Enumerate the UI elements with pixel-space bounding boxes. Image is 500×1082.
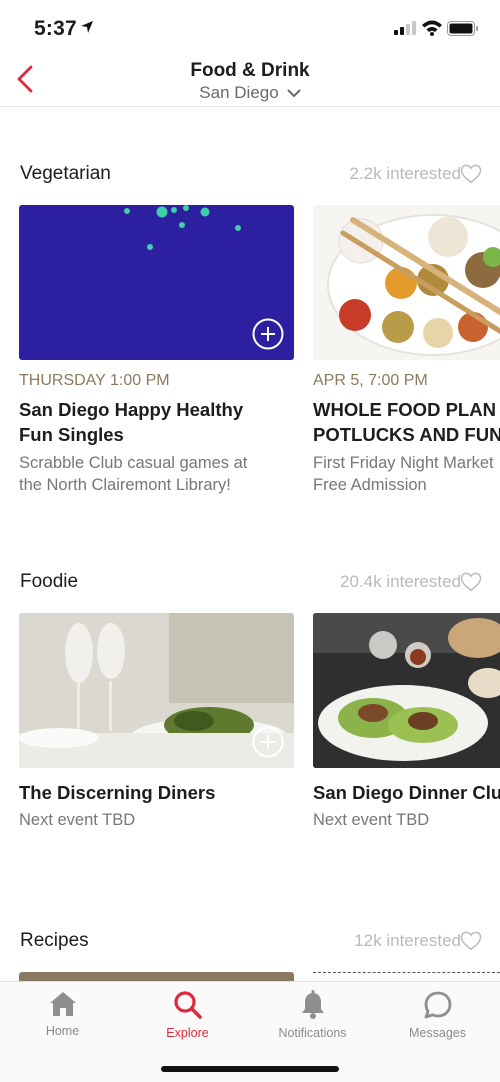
event-description-line: Free Admission [313,476,427,494]
category-section-recipes: Recipes 12k interested [0,930,500,981]
search-icon [173,991,202,1019]
tab-label: Messages [409,1026,466,1040]
event-date: APR 5, 7:00 PM [313,372,428,389]
home-indicator [161,1066,339,1072]
page-title: Food & Drink [190,60,310,81]
heart-icon [460,572,482,592]
heart-icon [460,931,482,951]
event-title-line: Fun Singles [19,424,124,445]
interest-toggle[interactable]: 12k interested [354,931,482,951]
tab-explore[interactable]: Explore [125,990,250,1040]
interest-toggle[interactable]: 2.2k interested [349,164,482,184]
message-bubble-icon [424,991,451,1019]
group-title: The Discerning Diners [19,782,216,803]
section-title: Recipes [20,930,89,951]
recipe-thumbnail-peek [313,972,500,981]
interested-count: 2.2k interested [349,164,461,183]
tab-label: Notifications [278,1026,347,1040]
tab-messages[interactable]: Messages [375,990,500,1040]
heart-icon [460,164,482,184]
event-title-line: WHOLE FOOD PLAN [313,399,496,420]
add-plus-icon[interactable] [252,318,284,350]
battery-icon [447,21,478,36]
group-next-event: Next event TBD [19,811,136,829]
event-description-line: First Friday Night Market [313,454,494,472]
location-arrow-icon [81,21,93,33]
group-card[interactable]: San Diego Dinner Club Next event TBD [313,613,500,833]
home-icon [49,992,76,1016]
group-next-event: Next event TBD [313,811,430,829]
event-card[interactable]: THURSDAY 1:00 PM San Diego Happy Healthy… [19,205,294,505]
interest-toggle[interactable]: 20.4k interested [340,572,482,592]
chevron-down-icon [287,89,301,97]
content-scroll[interactable]: Vegetarian 2.2k interested THURSDAY 1:00… [0,108,500,981]
bell-icon [301,990,324,1019]
tab-label: Home [45,1024,80,1038]
tab-label: Explore [166,1026,209,1040]
section-title: Vegetarian [20,163,111,184]
tab-notifications[interactable]: Notifications [250,990,375,1040]
event-card[interactable]: APR 5, 7:00 PM WHOLE FOOD PLAN POTLUCKS … [313,205,500,505]
cellular-signal-icon [394,21,416,35]
interested-count: 12k interested [354,931,461,950]
location-label: San Diego [199,83,279,102]
event-description-line: the North Clairemont Library! [19,476,231,494]
event-title-line: San Diego Happy Healthy [19,399,244,420]
lettuce-wraps-image [313,613,500,768]
group-card[interactable]: The Discerning Diners Next event TBD [19,613,294,833]
event-description-line: Scrabble Club casual games at [19,454,248,472]
section-title: Foodie [20,571,79,592]
event-thumbnail [313,205,500,360]
event-title-line: POTLUCKS AND FUN [313,424,500,445]
navigation-bar: Food & Drink San Diego [0,56,500,107]
tab-home[interactable]: Home [0,990,125,1038]
recipe-thumbnail-peek [19,972,294,981]
wifi-icon [422,20,442,36]
location-selector[interactable]: San Diego [0,83,500,103]
spice-palette-image [327,214,500,356]
interested-count: 20.4k interested [340,572,461,591]
group-thumbnail [19,613,294,768]
category-section-foodie: Foodie 20.4k interested The Discerning D… [0,571,500,841]
event-date: THURSDAY 1:00 PM [19,372,170,389]
event-thumbnail [19,205,294,360]
status-bar: 5:37 [0,0,500,56]
status-time: 5:37 [34,17,77,40]
category-section-vegetarian: Vegetarian 2.2k interested THURSDAY 1:00… [0,163,500,543]
group-thumbnail [313,613,500,768]
add-plus-icon[interactable] [252,726,284,758]
group-title: San Diego Dinner Club [313,782,500,803]
